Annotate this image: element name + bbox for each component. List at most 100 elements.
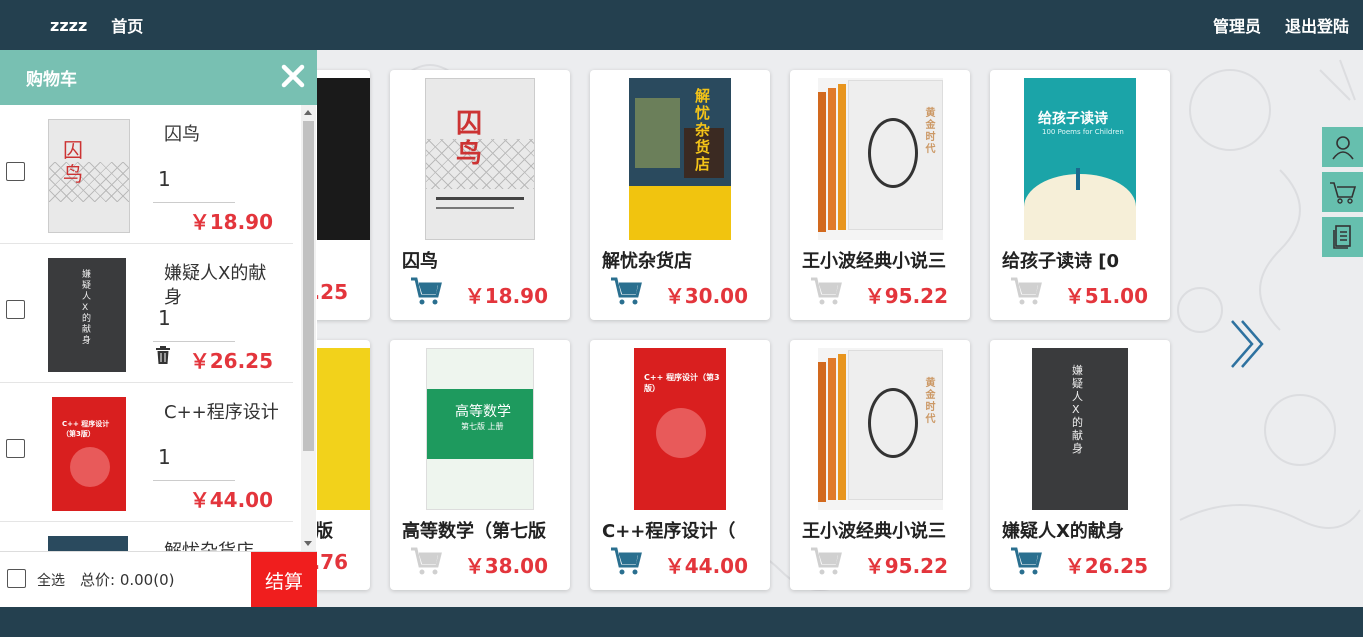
orders-document-icon[interactable] — [1322, 217, 1363, 257]
cart-item: 解忧杂货店 — [0, 522, 293, 551]
book-cover[interactable]: 黄金时代 — [790, 348, 970, 510]
bottom-bar — [0, 607, 1363, 637]
cover-title: 嫌疑人X的献身 — [1072, 364, 1083, 455]
cover-side-text: 黄金时代 — [925, 378, 936, 425]
product-price: ￥44.00 — [664, 554, 748, 578]
add-to-cart-icon[interactable] — [1010, 276, 1042, 306]
cart-footer: 全选 总价: 0.00(0) 结算 — [0, 551, 317, 608]
product-price: ￥38.00 — [464, 554, 548, 578]
product-title[interactable]: 王小波经典小说三 — [802, 517, 964, 543]
cart-item-name: 嫌疑人X的献身 — [164, 263, 267, 308]
cart-header: 购物车 — [0, 50, 317, 105]
product-title[interactable]: 给孩子读诗 [0 — [1002, 247, 1164, 273]
cart-total: 总价: 0.00(0) — [80, 571, 175, 589]
cart-title: 购物车 — [26, 70, 77, 90]
product-card[interactable]: 给孩子读诗 100 Poems for Children 给孩子读诗 [0 ￥5… — [990, 70, 1170, 320]
add-to-cart-icon[interactable] — [410, 546, 442, 576]
cart-cover-title: 囚 鸟 — [63, 138, 83, 186]
product-price: ￥26.25 — [1064, 554, 1148, 578]
book-cover[interactable]: 高等数学 第七版 上册 — [390, 348, 570, 510]
add-to-cart-icon[interactable] — [610, 546, 642, 576]
select-all-label[interactable]: 全选 — [37, 570, 65, 590]
product-title[interactable]: 解忧杂货店 — [602, 247, 764, 273]
brand-logo[interactable]: zzzz — [50, 16, 87, 35]
checkout-button[interactable]: 结算 — [251, 552, 317, 608]
cart-cover-title: 嫌疑人X的献身 — [82, 270, 92, 346]
cover-subtitle: 100 Poems for Children — [1042, 128, 1124, 136]
cart-item-name: C++程序设计 — [164, 402, 279, 423]
product-price: ￥95.22 — [864, 554, 948, 578]
scroll-up-icon[interactable] — [304, 110, 312, 115]
close-icon[interactable] — [281, 64, 305, 92]
product-price: ￥51.00 — [1064, 284, 1148, 308]
book-cover[interactable]: 黄金时代 — [790, 78, 970, 240]
cover-title: 解忧杂货店 — [695, 87, 711, 173]
shopping-cart-icon[interactable] — [1322, 172, 1363, 212]
quantity-underline — [153, 480, 235, 481]
nav-logout-link[interactable]: 退出登陆 — [1285, 13, 1349, 37]
product-title[interactable]: 嫌疑人X的献身 — [1002, 517, 1164, 543]
product-title[interactable]: 版 — [315, 517, 364, 543]
cover-title: 高等数学 — [455, 404, 511, 420]
cart-item-quantity[interactable]: 1 — [158, 306, 171, 330]
cart-item-price: ￥44.00 — [189, 488, 273, 512]
cart-scrollbar[interactable] — [301, 105, 316, 551]
add-to-cart-icon[interactable] — [810, 276, 842, 306]
add-to-cart-icon[interactable] — [1010, 546, 1042, 576]
cover-title: 给孩子读诗 — [1038, 111, 1108, 127]
scrollbar-thumb[interactable] — [303, 121, 314, 451]
cart-item-quantity[interactable]: 1 — [158, 445, 171, 469]
scroll-down-icon[interactable] — [304, 541, 312, 546]
product-title[interactable]: C++程序设计（ — [602, 517, 764, 543]
cart-item-quantity[interactable]: 1 — [158, 167, 171, 191]
top-navbar: zzzz 首页 管理员 退出登陆 — [0, 0, 1363, 50]
product-card[interactable]: C++ 程序设计（第3版） C++程序设计（ ￥44.00 — [590, 340, 770, 590]
shopping-cart-panel: 购物车 囚 鸟 囚鸟 1 ￥18.90 嫌疑人X的献身 嫌疑人X的献身 1 ￥2… — [0, 50, 317, 608]
cover-subtitle: 第七版 上册 — [461, 422, 504, 431]
product-card[interactable]: 高等数学 第七版 上册 高等数学（第七版 ￥38.00 — [390, 340, 570, 590]
cart-item-list: 囚 鸟 囚鸟 1 ￥18.90 嫌疑人X的献身 嫌疑人X的献身 1 ￥26.25 — [0, 105, 301, 551]
cart-item-name: 囚鸟 — [164, 124, 200, 145]
add-to-cart-icon[interactable] — [410, 276, 442, 306]
product-title[interactable]: 王小波经典小说三 — [802, 247, 964, 273]
book-cover[interactable]: 囚 鸟 — [390, 78, 570, 240]
cart-item: 囚 鸟 囚鸟 1 ￥18.90 — [0, 105, 293, 244]
cart-item-checkbox[interactable] — [6, 439, 25, 458]
cart-item-cover — [48, 536, 128, 551]
product-card[interactable]: 解忧杂货店 解忧杂货店 ￥30.00 — [590, 70, 770, 320]
nav-admin-link[interactable]: 管理员 — [1213, 13, 1261, 37]
quantity-underline — [153, 202, 235, 203]
delete-trash-icon[interactable] — [155, 346, 171, 364]
cart-item-cover: C++ 程序设计（第3版） — [52, 397, 126, 511]
product-price: ￥95.22 — [864, 284, 948, 308]
product-price: .76 — [312, 550, 348, 574]
book-cover[interactable]: C++ 程序设计（第3版） — [590, 348, 770, 510]
next-page-chevron-icon[interactable] — [1226, 318, 1268, 370]
cart-item-price: ￥18.90 — [189, 210, 273, 234]
book-cover[interactable]: 解忧杂货店 — [590, 78, 770, 240]
cart-item-checkbox[interactable] — [6, 300, 25, 319]
quantity-underline — [153, 341, 235, 342]
product-title[interactable]: 高等数学（第七版 — [402, 517, 564, 543]
product-card[interactable]: 黄金时代 王小波经典小说三 ￥95.22 — [790, 340, 970, 590]
cart-item-checkbox[interactable] — [6, 162, 25, 181]
product-title[interactable]: 囚鸟 — [402, 247, 564, 273]
cover-title: C++ 程序设计（第3版） — [644, 373, 720, 393]
user-icon[interactable] — [1322, 127, 1363, 167]
product-price: .25 — [312, 280, 348, 304]
product-card[interactable]: 囚 鸟 囚鸟 ￥18.90 — [390, 70, 570, 320]
nav-home-link[interactable]: 首页 — [111, 13, 143, 37]
add-to-cart-icon[interactable] — [610, 276, 642, 306]
book-cover[interactable]: 给孩子读诗 100 Poems for Children — [990, 78, 1170, 240]
cart-item-cover: 嫌疑人X的献身 — [48, 258, 126, 372]
book-cover[interactable]: 嫌疑人X的献身 — [990, 348, 1170, 510]
cart-item: C++ 程序设计（第3版） C++程序设计 1 ￥44.00 — [0, 383, 293, 522]
select-all-checkbox[interactable] — [7, 569, 26, 588]
product-card[interactable]: 嫌疑人X的献身 嫌疑人X的献身 ￥26.25 — [990, 340, 1170, 590]
product-price: ￥18.90 — [464, 284, 548, 308]
cart-item-price: ￥26.25 — [189, 349, 273, 373]
product-card[interactable]: 黄金时代 王小波经典小说三 ￥95.22 — [790, 70, 970, 320]
add-to-cart-icon[interactable] — [810, 546, 842, 576]
cover-side-text: 黄金时代 — [925, 108, 936, 155]
cart-item: 嫌疑人X的献身 嫌疑人X的献身 1 ￥26.25 — [0, 244, 293, 383]
